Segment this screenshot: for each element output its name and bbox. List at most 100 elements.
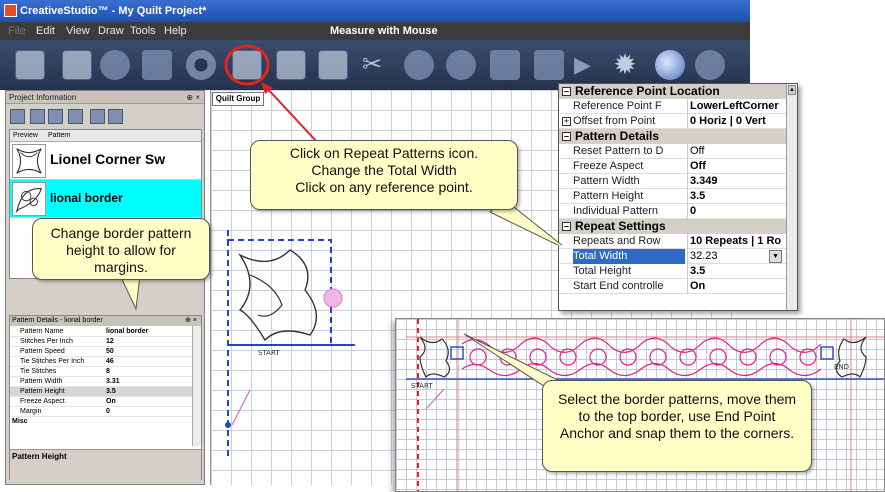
section-reference-point[interactable]: – Reference Point Location <box>559 84 787 99</box>
prop-value: LowerLeftCorner <box>690 100 779 112</box>
inset-start-label: START <box>411 382 433 390</box>
group-icon[interactable] <box>90 109 105 124</box>
callout-select-text: Select the border patterns, move them to… <box>557 391 797 441</box>
project-panel-title: Project Information <box>9 93 77 102</box>
zoom-globe-icon[interactable] <box>655 50 685 80</box>
prop-row-total-width[interactable]: Total Width 32.23 ▼ <box>559 249 787 264</box>
detail-label: Tie Stitches <box>20 368 57 375</box>
detail-row[interactable]: Freeze Aspect On <box>10 397 192 407</box>
block-icon[interactable] <box>276 50 306 80</box>
total-width-input[interactable]: 32.23 <box>690 249 718 264</box>
panel-pin-close[interactable]: ⊕ × <box>186 91 200 104</box>
prop-value: Off <box>690 145 705 157</box>
select-tool-icon[interactable] <box>15 50 45 80</box>
start-label: START <box>258 349 280 357</box>
callout-repeat-patterns: Click on Repeat Patterns icon. Change th… <box>250 140 518 210</box>
app-icon <box>4 4 17 17</box>
property-scrollbar[interactable]: ▲ <box>786 84 797 310</box>
prop-row[interactable]: Repeats and Row 10 Repeats | 1 Ro <box>559 234 787 249</box>
boot-icon[interactable] <box>142 50 172 80</box>
prop-label: Pattern Height <box>573 190 644 202</box>
ungroup-icon[interactable] <box>108 109 123 124</box>
pattern-list-header: Preview Pattern <box>10 130 201 142</box>
detail-row[interactable]: Tie Stitches 8 <box>10 367 192 377</box>
detail-row[interactable]: Tie Stitches Per Inch 46 <box>10 357 192 367</box>
detail-value: 50 <box>106 348 114 355</box>
menu-tools[interactable]: Tools <box>130 22 156 40</box>
menu-help[interactable]: Help <box>164 22 187 40</box>
detail-row[interactable]: Pattern Name lional border <box>10 327 192 337</box>
inset-end-label: END <box>834 363 849 371</box>
prop-row[interactable]: Freeze Aspect Off <box>559 159 787 174</box>
menu-draw[interactable]: Draw <box>98 22 124 40</box>
edit-pattern-icon[interactable] <box>68 109 83 124</box>
canvas-drawing: START <box>225 230 355 460</box>
col-preview[interactable]: Preview <box>13 130 38 142</box>
mode-title: Measure with Mouse <box>330 25 438 37</box>
prop-row[interactable]: Individual Pattern 0 <box>559 204 787 219</box>
pattern-row[interactable]: Lionel Corner Sw <box>10 142 201 180</box>
prop-row[interactable]: Total Height 3.5 <box>559 264 787 279</box>
callout-border-height: Change border pattern height to allow fo… <box>32 218 210 280</box>
chevron-down-icon[interactable]: ▼ <box>769 250 782 263</box>
detail-row[interactable]: Pattern Speed 50 <box>10 347 192 357</box>
detail-row[interactable]: Margin 0 <box>10 407 192 417</box>
feather-icon[interactable] <box>404 50 434 80</box>
callout-repeat-line1: Click on Repeat Patterns icon. Change th… <box>289 145 479 195</box>
scroll-up-icon[interactable]: ▲ <box>788 85 796 95</box>
section-repeat-settings[interactable]: – Repeat Settings <box>559 219 787 234</box>
pattern-name: lional border <box>50 191 123 205</box>
prop-label: Reference Point F <box>573 100 662 112</box>
misc-section-label: Misc <box>12 418 28 425</box>
menu-file[interactable]: File <box>8 22 26 40</box>
prop-label: Pattern Width <box>573 175 640 187</box>
thread-icon[interactable] <box>446 50 476 80</box>
detail-label: Pattern Width <box>20 378 63 385</box>
prop-row[interactable]: Pattern Width 3.349 <box>559 174 787 189</box>
ring-icon[interactable] <box>186 50 216 80</box>
detail-label: Margin <box>20 408 42 415</box>
menu-edit[interactable]: Edit <box>36 22 55 40</box>
callout-height-text: Change border pattern height to allow fo… <box>50 225 192 275</box>
detail-row[interactable]: Pattern Width 3.31 <box>10 377 192 387</box>
detail-label: Pattern Height <box>20 388 65 395</box>
section-pattern-details[interactable]: – Pattern Details <box>559 129 787 144</box>
project-panel-header: Project Information ⊕ × <box>6 91 204 104</box>
prop-row[interactable]: + Offset from Point 0 Horiz | 0 Vert <box>559 114 787 129</box>
prop-value: 0 <box>690 205 697 217</box>
scissors-icon[interactable]: ✂ <box>362 50 392 80</box>
misc-section[interactable]: Misc <box>10 417 192 427</box>
pattern-row-selected[interactable]: lional border <box>10 180 201 218</box>
panel-pin-close[interactable]: ⊕ × <box>185 316 197 326</box>
prop-value: Off <box>690 160 706 172</box>
prop-row[interactable]: Pattern Height 3.5 <box>559 189 787 204</box>
prop-row[interactable]: Reset Pattern to D Off <box>559 144 787 159</box>
grid-icon[interactable] <box>318 50 348 80</box>
pattern-thumbnail <box>12 144 46 178</box>
settings-gear-icon[interactable]: ✹ <box>610 50 640 80</box>
rectangle-tool-icon[interactable] <box>62 50 92 80</box>
spool-icon[interactable] <box>100 50 130 80</box>
play-icon[interactable]: ▶ <box>574 50 604 80</box>
detail-row-selected[interactable]: Pattern Height 3.5 <box>10 387 192 397</box>
delete-pattern-icon[interactable] <box>48 109 63 124</box>
details-footer-label: Pattern Height <box>12 452 67 461</box>
detail-label: Tie Stitches Per Inch <box>20 358 85 365</box>
gear-plus-icon[interactable] <box>534 50 564 80</box>
property-grid: – Reference Point Location Reference Poin… <box>558 83 798 311</box>
prop-label: Start End controlle <box>573 280 664 292</box>
save-icon[interactable] <box>10 109 25 124</box>
spool-settings-icon[interactable] <box>490 50 520 80</box>
prop-label: Freeze Aspect <box>573 160 644 172</box>
add-pattern-icon[interactable] <box>30 109 45 124</box>
prop-row[interactable]: Start End controlle On <box>559 279 787 294</box>
refresh-icon[interactable] <box>695 50 725 80</box>
expand-icon[interactable]: + <box>562 117 571 126</box>
menu-view[interactable]: View <box>66 22 90 40</box>
prop-row[interactable]: Reference Point F LowerLeftCorner <box>559 99 787 114</box>
col-pattern[interactable]: Pattern <box>48 130 71 142</box>
pattern-details-panel: Pattern Details - lional border ⊕ × Patt… <box>9 315 202 481</box>
detail-row[interactable]: Stitches Per Inch 12 <box>10 337 192 347</box>
prop-value: 10 Repeats | 1 Ro <box>690 235 782 247</box>
details-scrollbar[interactable] <box>192 326 201 446</box>
